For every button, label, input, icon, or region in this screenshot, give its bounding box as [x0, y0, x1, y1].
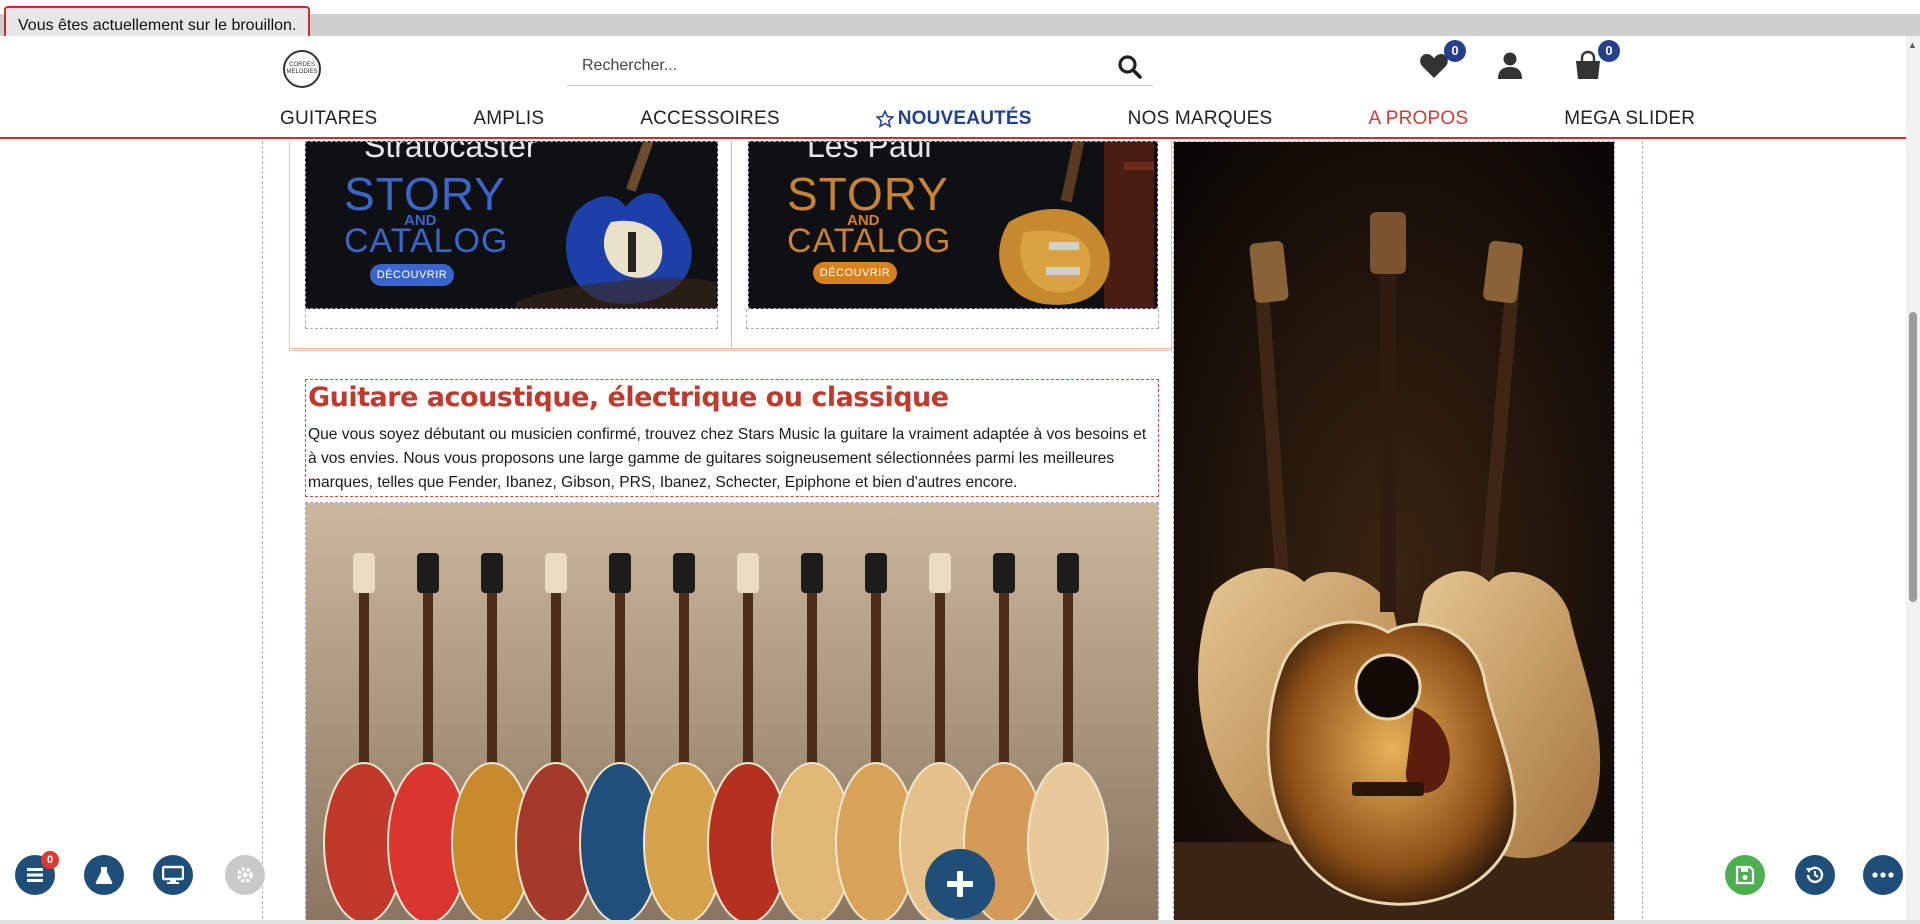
les-paul-guitar-image [999, 142, 1154, 308]
main-navigation: GUITARES AMPLIS ACCESSOIRES NOUVEAUTÉS N… [270, 104, 1695, 134]
flask-icon [95, 867, 113, 884]
acoustic-guitars-photo [1174, 142, 1614, 923]
guitar-neck [679, 573, 689, 793]
promo-title: Les Paul [807, 141, 932, 164]
more-options-button[interactable] [1863, 855, 1903, 895]
add-block-button[interactable] [925, 849, 995, 919]
search-icon[interactable] [1117, 54, 1143, 80]
promo-discover-button[interactable]: DÉCOUVRIR [813, 262, 897, 284]
search-bar [567, 48, 1153, 86]
guitar-headstock [609, 553, 631, 593]
nav-item-amplis[interactable]: AMPLIS [473, 108, 544, 130]
account-button[interactable] [1495, 50, 1529, 84]
nav-item-mega-slider[interactable]: MEGA SLIDER [1564, 108, 1695, 130]
history-button[interactable] [1795, 855, 1835, 895]
layers-button[interactable]: 0 [15, 851, 59, 895]
experiments-button[interactable] [84, 855, 124, 895]
scrollbar-thumb[interactable] [1909, 312, 1917, 602]
row-divider [289, 348, 1172, 349]
guitar-headstock [993, 553, 1015, 593]
electric-guitar-image [516, 142, 716, 308]
monitor-icon [162, 865, 184, 884]
desktop-preview-button[interactable] [153, 855, 193, 895]
guitar-neck [1063, 573, 1073, 793]
guitar-wall-image[interactable] [305, 502, 1159, 924]
logo-text-line-2: MELODIES [286, 69, 318, 75]
guitar-headstock [801, 553, 823, 593]
guitar-headstock [417, 553, 439, 593]
status-bar [0, 920, 1920, 924]
guitar-headstock [1057, 553, 1079, 593]
nav-item-nouveautes-label: NOUVEAUTÉS [897, 108, 1032, 129]
scroll-up-arrow-icon[interactable]: ▲ [1908, 40, 1917, 50]
ellipsis-icon [1872, 872, 1894, 878]
guitar-headstock [865, 553, 887, 593]
promo-banner-les-paul[interactable]: Les Paul STORY AND CATALOG DÉCOUVRIR [748, 141, 1158, 309]
guitar-headstock [481, 553, 503, 593]
promo-catalog-text: CATALOG [787, 222, 952, 260]
guitar-neck [807, 573, 817, 793]
nav-item-nos-marques[interactable]: NOS MARQUES [1128, 108, 1273, 130]
promo-catalog-text: CATALOG [344, 222, 509, 260]
floppy-disk-icon [1735, 865, 1755, 885]
guitar-neck [359, 573, 369, 793]
plus-icon [947, 871, 973, 897]
section-body: Que vous soyez débutant ou musicien conf… [308, 426, 1147, 491]
list-icon [27, 868, 43, 882]
promo-frame [305, 309, 718, 329]
nav-item-accessoires[interactable]: ACCESSOIRES [640, 108, 779, 130]
wishlist-count-badge: 0 [1444, 40, 1466, 62]
guitar-neck [871, 573, 881, 793]
column-divider [731, 141, 732, 349]
guitar-headstock [673, 553, 695, 593]
vertical-scrollbar[interactable]: ▲ [1906, 36, 1920, 924]
promo-frame [746, 309, 1159, 329]
nav-item-a-propos[interactable]: A PROPOS [1368, 108, 1468, 130]
section-heading: Guitare acoustique, électrique ou classi… [308, 382, 949, 413]
guitar-headstock [353, 553, 375, 593]
acoustic-guitars-image[interactable] [1173, 141, 1615, 924]
guitar-neck [935, 573, 945, 793]
nav-item-guitares[interactable]: GUITARES [280, 108, 377, 130]
search-input[interactable] [567, 48, 1107, 84]
guitar-wall-photo [306, 503, 1158, 923]
guitar-neck [423, 573, 433, 793]
promo-title: Stratocaster [364, 141, 537, 164]
nav-item-nouveautes[interactable]: NOUVEAUTÉS [875, 108, 1032, 130]
promo-story-text: STORY [344, 168, 506, 220]
site-logo[interactable]: CORDES MELODIES [283, 50, 321, 88]
settings-button[interactable] [225, 855, 265, 895]
guitar-headstock [737, 553, 759, 593]
guitar-neck [615, 573, 625, 793]
guitar-headstock [929, 553, 951, 593]
promo-story-text: STORY [787, 168, 949, 220]
star-outline-icon [875, 110, 894, 128]
promo-banner-stratocaster[interactable]: Stratocaster STORY AND CATALOG DÉCOUVRIR [305, 141, 718, 309]
guitar-body [1027, 762, 1109, 923]
wishlist-button[interactable]: 0 [1418, 40, 1466, 84]
guitar-neck [551, 573, 561, 793]
cart-button[interactable]: 0 [1572, 40, 1620, 84]
guitar-intro-text-block[interactable]: Guitare acoustique, électrique ou classi… [305, 379, 1159, 497]
site-header: CORDES MELODIES 0 0 GUITARES AMPLIS ACCE… [0, 36, 1906, 139]
guitar-neck [487, 573, 497, 793]
guitar-neck [999, 573, 1009, 793]
history-icon [1806, 866, 1824, 884]
user-icon [1498, 52, 1522, 79]
save-button[interactable] [1725, 855, 1765, 895]
layers-count-badge: 0 [41, 851, 59, 869]
guitar-neck [743, 573, 753, 793]
promo-discover-button[interactable]: DÉCOUVRIR [370, 264, 454, 286]
cart-count-badge: 0 [1598, 40, 1620, 62]
logo-text-line-1: CORDES [289, 62, 315, 68]
gear-icon [237, 867, 253, 883]
guitar-headstock [545, 553, 567, 593]
